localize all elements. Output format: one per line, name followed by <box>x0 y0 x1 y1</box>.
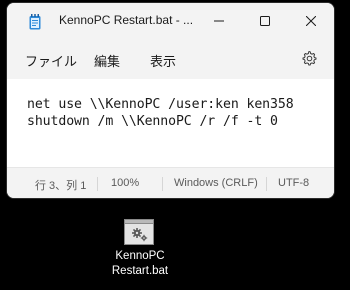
encoding: UTF-8 <box>278 177 310 189</box>
menu-edit[interactable]: 編集 <box>94 51 120 70</box>
desktop-label-line2: Restart.bat <box>111 265 169 277</box>
maximize-icon <box>260 16 270 26</box>
settings-gear-icon[interactable] <box>301 50 317 66</box>
notepad-icon <box>29 14 41 30</box>
text-editor[interactable]: net use \\KennoPC /user:ken ken358 shutd… <box>7 79 334 167</box>
minimize-button[interactable] <box>196 3 242 39</box>
batch-file-icon[interactable] <box>124 219 154 245</box>
status-bar: 行 3、列 1 100% Windows (CRLF) UTF-8 <box>7 167 334 198</box>
minimize-icon <box>214 20 224 22</box>
menu-bar: ファイル 編集 表示 <box>7 43 334 73</box>
zoom-level: 100% <box>111 177 140 189</box>
desktop-file-label[interactable]: KennoPC Restart.bat <box>95 249 185 279</box>
status-divider <box>266 177 267 191</box>
maximize-button[interactable] <box>242 3 288 39</box>
menu-view[interactable]: 表示 <box>150 51 176 70</box>
menu-file[interactable]: ファイル <box>25 51 77 70</box>
desktop-label-line1: KennoPC <box>115 250 165 262</box>
close-button[interactable] <box>288 3 334 39</box>
window-title: KennoPC Restart.bat - ... <box>59 13 194 27</box>
cursor-position: 行 3、列 1 <box>35 180 87 192</box>
close-icon <box>306 16 316 26</box>
status-divider <box>162 177 163 191</box>
line-ending: Windows (CRLF) <box>174 177 258 189</box>
status-divider <box>97 177 98 191</box>
editor-line-1: net use \\KennoPC /user:ken ken358 <box>27 97 294 112</box>
editor-line-2: shutdown /m \\KennoPC /r /f -t 0 <box>27 114 278 129</box>
title-bar[interactable]: KennoPC Restart.bat - ... <box>7 3 334 39</box>
notepad-window: KennoPC Restart.bat - ... ファイル 編集 表示 net… <box>7 3 334 198</box>
